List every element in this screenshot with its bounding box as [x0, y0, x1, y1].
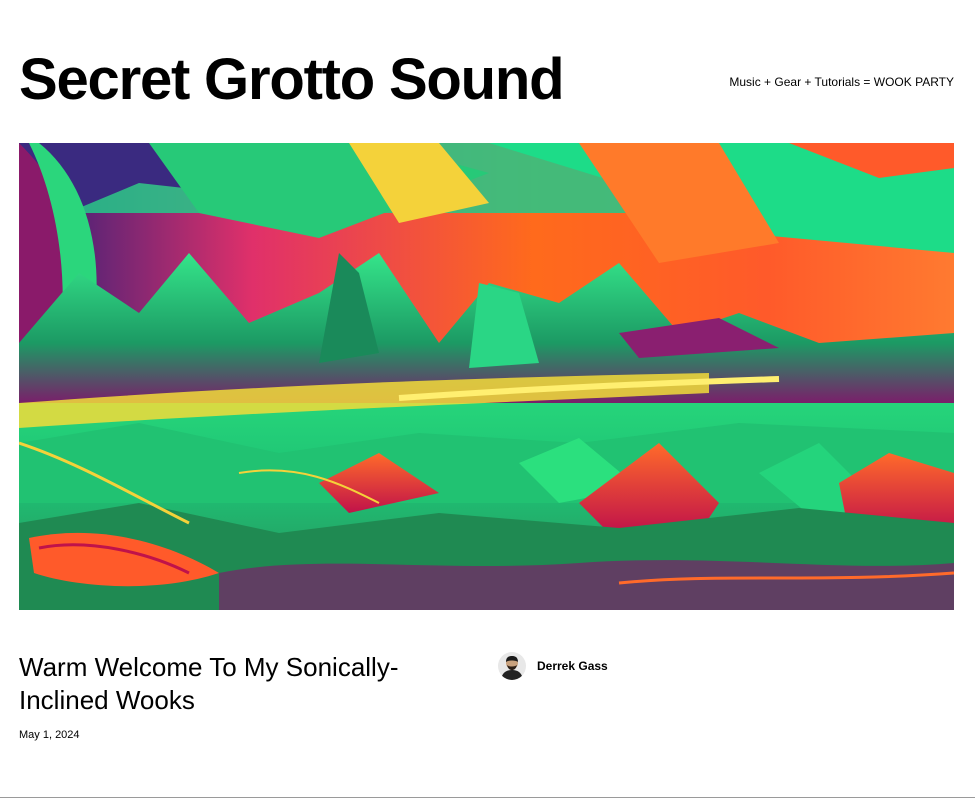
featured-image[interactable]	[19, 143, 954, 610]
divider	[0, 797, 975, 798]
psychedelic-landscape-image	[19, 143, 954, 610]
author-avatar[interactable]	[498, 652, 526, 680]
post-date: May 1, 2024	[19, 729, 80, 741]
post-title[interactable]: Warm Welcome To My Sonically-Inclined Wo…	[19, 651, 399, 717]
author-name[interactable]: Derrek Gass	[537, 659, 608, 673]
site-tagline: Music + Gear + Tutorials = WOOK PARTY	[729, 75, 954, 89]
post-author[interactable]: Derrek Gass	[498, 652, 608, 680]
site-title[interactable]: Secret Grotto Sound	[19, 44, 565, 116]
